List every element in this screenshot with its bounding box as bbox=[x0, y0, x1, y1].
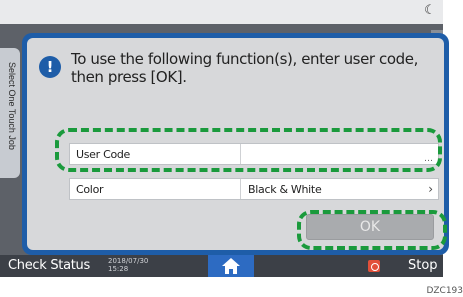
bottom-bar: Check Status 2018/07/30 15:28 Stop bbox=[0, 255, 443, 277]
home-icon bbox=[222, 258, 240, 274]
color-value: Black & White bbox=[248, 183, 322, 196]
stop-button-label[interactable]: Stop bbox=[408, 258, 438, 273]
date-time-display: 2018/07/30 15:28 bbox=[108, 257, 148, 273]
chevron-right-icon: › bbox=[428, 182, 433, 196]
user-code-highlight bbox=[55, 128, 442, 172]
side-tab-label: Select One Touch Job bbox=[7, 62, 17, 150]
color-label: Color bbox=[76, 183, 104, 196]
date-text: 2018/07/30 bbox=[108, 257, 149, 265]
dialog-message: To use the following function(s), enter … bbox=[71, 50, 419, 86]
ok-button-highlight bbox=[297, 210, 447, 250]
exclamation-info-icon: ! bbox=[39, 56, 61, 78]
energy-saver-moon-icon[interactable]: ☾ bbox=[423, 2, 437, 18]
figure-code: DZC193 bbox=[426, 286, 463, 296]
check-status-button[interactable]: Check Status bbox=[8, 258, 90, 273]
stop-icon[interactable] bbox=[368, 260, 380, 272]
field-separator bbox=[240, 179, 241, 199]
top-status-strip: ☾ bbox=[0, 0, 443, 24]
color-field[interactable]: Color Black & White › bbox=[69, 178, 439, 200]
time-text: 15:28 bbox=[108, 265, 129, 273]
home-button[interactable] bbox=[208, 255, 254, 277]
